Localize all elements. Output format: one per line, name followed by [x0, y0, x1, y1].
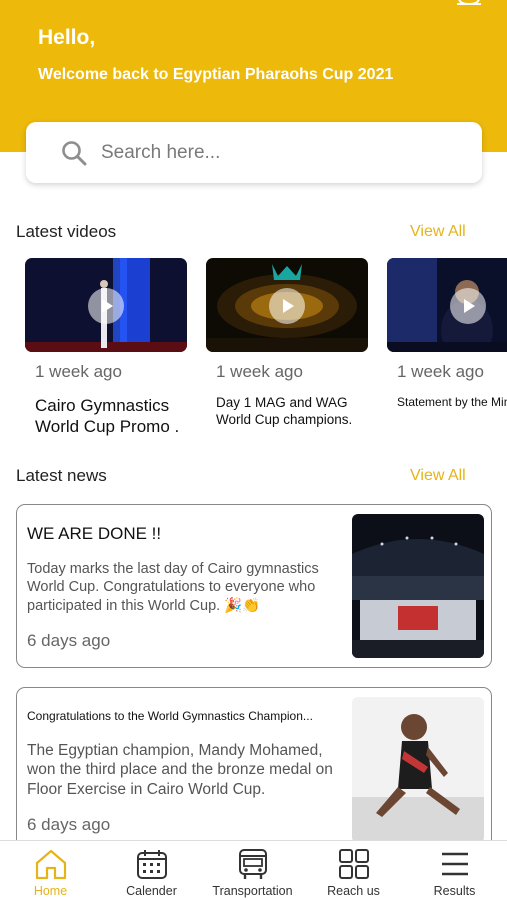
- calendar-icon: [137, 850, 167, 879]
- play-icon[interactable]: [269, 288, 305, 324]
- news-time: 6 days ago: [27, 815, 111, 834]
- video-card[interactable]: 1 week ago Day 1 MAG and WAG World Cup c…: [206, 258, 368, 427]
- video-thumbnail[interactable]: [25, 258, 187, 352]
- news-image[interactable]: [352, 514, 484, 658]
- play-icon[interactable]: [88, 288, 124, 324]
- tab-transportation[interactable]: Transportation: [202, 841, 303, 900]
- latest-news-heading: Latest news: [16, 466, 107, 485]
- welcome-text: Welcome back to Egyptian Pharaohs Cup 20…: [38, 66, 394, 83]
- video-card[interactable]: 1 week ago Statement by the Minister of …: [387, 258, 507, 409]
- news-card[interactable]: WE ARE DONE !! Today marks the last day …: [16, 504, 492, 668]
- news-time: 6 days ago: [27, 631, 111, 650]
- tab-calender[interactable]: Calender: [101, 841, 202, 900]
- video-card[interactable]: 1 week ago Cairo Gymnastics World Cup Pr…: [25, 258, 187, 436]
- tab-home[interactable]: Home: [0, 841, 101, 900]
- search-input[interactable]: [101, 138, 461, 168]
- video-time: 1 week ago: [216, 362, 303, 381]
- tab-label: Results: [433, 884, 476, 898]
- news-title: WE ARE DONE !!: [27, 524, 162, 543]
- tab-label: Transportation: [212, 884, 293, 898]
- video-time: 1 week ago: [35, 362, 122, 381]
- video-title: Cairo Gymnastics World Cup Promo .: [35, 396, 180, 437]
- video-thumbnail[interactable]: [206, 258, 368, 352]
- video-title: Day 1 MAG and WAG World Cup champions.: [216, 395, 353, 427]
- bell-icon[interactable]: [456, 0, 482, 8]
- video-time: 1 week ago: [397, 362, 484, 381]
- tab-results[interactable]: Results: [404, 841, 505, 900]
- videos-carousel[interactable]: 1 week ago Cairo Gymnastics World Cup Pr…: [0, 258, 507, 448]
- tab-label: Reach us: [327, 884, 380, 898]
- news-card[interactable]: Congratulations to the World Gymnastics …: [16, 687, 492, 852]
- bus-icon: [239, 849, 267, 879]
- play-icon[interactable]: [450, 288, 486, 324]
- videos-view-all-link[interactable]: View All: [410, 223, 466, 241]
- news-image[interactable]: [352, 697, 484, 843]
- tab-reach-us[interactable]: Reach us: [303, 841, 404, 900]
- greeting-text: Hello,: [38, 26, 96, 49]
- news-body: Today marks the last day of Cairo gymnas…: [27, 561, 319, 614]
- grid-icon: [339, 849, 369, 879]
- news-body: The Egyptian champion, Mandy Mohamed, wo…: [27, 742, 333, 798]
- menu-icon: [442, 852, 468, 876]
- search-icon: [62, 141, 87, 166]
- news-view-all-link[interactable]: View All: [410, 467, 466, 485]
- tab-label: Home: [33, 884, 68, 898]
- video-thumbnail[interactable]: [387, 258, 507, 352]
- home-icon: [35, 849, 67, 880]
- news-title: Congratulations to the World Gymnastics …: [27, 709, 313, 723]
- tab-label: Calender: [126, 884, 177, 898]
- latest-videos-heading: Latest videos: [16, 222, 117, 241]
- bottom-tab-bar: Home Calender Transportation Reach us Re…: [0, 840, 507, 900]
- video-title: Statement by the Minister of Youth a: [397, 395, 507, 409]
